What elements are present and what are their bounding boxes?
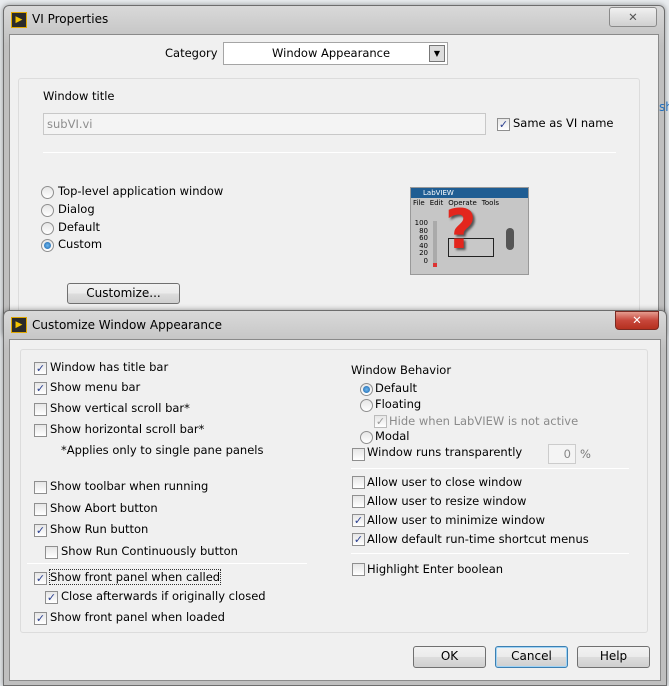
allow-resize-label: Allow user to resize window <box>367 494 527 508</box>
show-fp-when-loaded-checkbox[interactable]: ✓ <box>34 612 47 625</box>
toolbar-label: Show toolbar when running <box>50 479 209 493</box>
preview-menu: Edit <box>429 199 444 207</box>
run-continuously-label: Show Run Continuously button <box>61 544 238 558</box>
divider <box>27 563 307 564</box>
toolbar-checkbox[interactable] <box>34 481 47 494</box>
horizontal-scroll-checkbox[interactable] <box>34 424 47 437</box>
allow-close-checkbox[interactable] <box>352 476 365 489</box>
menu-bar-label: Show menu bar <box>50 380 141 394</box>
customize-button[interactable]: Customize... <box>67 283 180 304</box>
abort-button-checkbox[interactable] <box>34 503 47 516</box>
radio-dialog[interactable] <box>41 204 54 217</box>
close-button[interactable]: ✕ <box>615 311 659 330</box>
preview-toggle-switch <box>506 228 514 250</box>
hide-when-inactive-checkbox[interactable]: ✓ <box>374 415 387 428</box>
abort-button-label: Show Abort button <box>50 501 158 515</box>
horizontal-scroll-label: Show horizontal scroll bar* <box>50 422 205 436</box>
customize-client: ✓ Window has title bar ✓ Show menu bar S… <box>9 339 661 681</box>
show-fp-when-called-checkbox[interactable]: ✓ <box>34 572 47 585</box>
run-continuously-checkbox[interactable] <box>45 546 58 559</box>
behavior-default-label: Default <box>375 381 418 395</box>
window-title-label: Window title <box>43 89 115 103</box>
shortcut-menus-label: Allow default run-time shortcut menus <box>367 532 589 546</box>
radio-custom-label: Custom <box>58 237 103 251</box>
title-bar-label: Window has title bar <box>50 360 169 374</box>
window-title-input[interactable]: subVI.vi <box>43 113 486 135</box>
behavior-modal-label: Modal <box>375 429 410 443</box>
transparent-checkbox[interactable] <box>352 448 365 461</box>
radio-custom[interactable] <box>41 239 54 252</box>
scale-tick: 0 <box>423 256 428 265</box>
window-behavior-heading: Window Behavior <box>351 363 452 377</box>
same-as-vi-name-checkbox[interactable]: ✓ <box>497 118 510 131</box>
category-value: Window Appearance <box>272 46 391 60</box>
close-afterwards-checkbox[interactable]: ✓ <box>45 591 58 604</box>
ok-button[interactable]: OK <box>413 646 486 668</box>
preview-menu: Tools <box>481 199 500 207</box>
radio-dialog-label: Dialog <box>58 202 95 216</box>
window-title-value: subVI.vi <box>47 117 93 131</box>
show-fp-when-called-label: Show front panel when called <box>48 569 222 585</box>
run-button-checkbox[interactable]: ✓ <box>34 524 47 537</box>
divider <box>351 553 629 554</box>
behavior-floating-radio[interactable] <box>360 399 373 412</box>
close-afterwards-label: Close afterwards if originally closed <box>61 589 266 603</box>
question-mark-icon: ? <box>445 198 477 261</box>
preview-title: LabVIEW <box>423 189 454 197</box>
customize-window: ▶ Customize Window Appearance ✕ ✓ Window… <box>3 310 667 686</box>
background-text: sh <box>659 100 669 114</box>
category-label: Category <box>165 46 218 60</box>
behavior-default-radio[interactable] <box>360 383 373 396</box>
radio-top-level-label: Top-level application window <box>58 184 224 198</box>
divider <box>351 468 629 469</box>
close-button[interactable]: ✕ <box>609 7 657 27</box>
single-pane-note: *Applies only to single pane panels <box>61 443 264 457</box>
show-fp-when-loaded-label: Show front panel when loaded <box>50 610 225 624</box>
shortcut-menus-checkbox[interactable]: ✓ <box>352 533 365 546</box>
title-bar-checkbox[interactable]: ✓ <box>34 362 47 375</box>
preview-thermometer <box>433 221 437 267</box>
labview-app-icon: ▶ <box>11 317 27 333</box>
allow-minimize-checkbox[interactable]: ✓ <box>352 514 365 527</box>
highlight-enter-label: Highlight Enter boolean <box>367 562 504 576</box>
cancel-button[interactable]: Cancel <box>495 646 568 668</box>
vi-properties-client: Category Window Appearance ▼ Window titl… <box>9 34 659 338</box>
help-button[interactable]: Help <box>577 646 650 668</box>
transparent-label: Window runs transparently <box>367 445 523 459</box>
window-title: VI Properties <box>32 12 109 26</box>
vi-properties-window: ▶ VI Properties ✕ Category Window Appear… <box>3 5 665 338</box>
window-preview-image: LabVIEW File Edit Operate Tools 100 80 6… <box>410 187 529 275</box>
preview-scale: 100 80 60 40 20 0 <box>414 219 428 265</box>
allow-minimize-label: Allow user to minimize window <box>367 513 545 527</box>
radio-default[interactable] <box>41 222 54 235</box>
preview-titlebar: LabVIEW <box>411 188 528 198</box>
hide-when-inactive-label: Hide when LabVIEW is not active <box>389 414 579 428</box>
labview-app-icon: ▶ <box>11 12 27 28</box>
preview-menu: File <box>413 199 425 207</box>
run-button-label: Show Run button <box>50 522 149 536</box>
behavior-modal-radio[interactable] <box>360 431 373 444</box>
vertical-scroll-label: Show vertical scroll bar* <box>50 401 190 415</box>
window-appearance-panel: Window title subVI.vi ✓ Same as VI name … <box>18 78 640 338</box>
same-as-vi-name-label: Same as VI name <box>513 116 614 130</box>
behavior-floating-label: Floating <box>375 397 422 411</box>
radio-top-level[interactable] <box>41 186 54 199</box>
percent-unit: % <box>580 447 591 461</box>
highlight-enter-checkbox[interactable] <box>352 563 365 576</box>
vertical-scroll-checkbox[interactable] <box>34 403 47 416</box>
transparency-value: 0 <box>563 447 571 461</box>
transparency-input[interactable]: 0 <box>548 444 576 464</box>
allow-resize-checkbox[interactable] <box>352 495 365 508</box>
category-dropdown[interactable]: Window Appearance ▼ <box>223 42 448 65</box>
allow-close-label: Allow user to close window <box>367 475 523 489</box>
radio-default-label: Default <box>58 220 101 234</box>
customize-title: Customize Window Appearance <box>32 318 222 332</box>
chevron-down-icon[interactable]: ▼ <box>429 45 445 62</box>
divider <box>43 152 616 153</box>
customize-panel: ✓ Window has title bar ✓ Show menu bar S… <box>20 349 648 633</box>
menu-bar-checkbox[interactable]: ✓ <box>34 382 47 395</box>
